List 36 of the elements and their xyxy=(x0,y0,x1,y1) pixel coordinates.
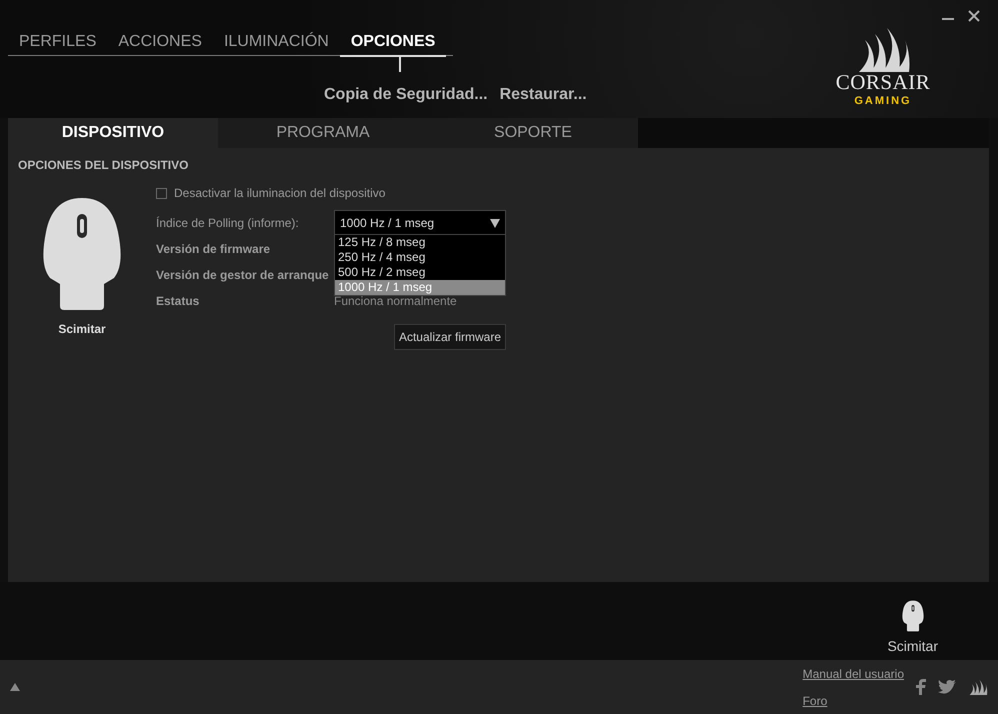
device-name[interactable]: Scimitar xyxy=(887,638,938,654)
checkbox-label: Desactivar la iluminacion del dispositivo xyxy=(174,186,386,200)
info-value: Funciona normalmente xyxy=(334,294,457,308)
field-label: Índice de Polling (informe): xyxy=(156,216,299,230)
nav-tab[interactable]: ACCIONES xyxy=(107,30,213,55)
dropdown-option[interactable]: 250 Hz / 4 mseg xyxy=(335,250,505,265)
logo-tagline: GAMING xyxy=(854,95,912,107)
sub-tab[interactable]: DISPOSITIVO xyxy=(8,118,218,148)
footer-link[interactable]: Manual del usuario xyxy=(802,666,904,680)
action-link[interactable]: Copia de Seguridad... xyxy=(324,86,488,104)
nav-tab[interactable]: ILUMINACIÓN xyxy=(212,30,340,55)
info-label: Versión de firmware xyxy=(156,242,270,256)
sub-tab[interactable]: PROGRAMA xyxy=(218,118,428,148)
device-name: Scimitar xyxy=(58,322,106,336)
nav-tab[interactable]: OPCIONES xyxy=(340,30,446,55)
polling-dropdown[interactable]: 1000 Hz / 1 mseg xyxy=(334,210,506,236)
sub-tab[interactable]: SOPORTE xyxy=(428,118,638,148)
action-link[interactable]: Restaurar... xyxy=(500,86,587,104)
logo-wordmark: CORSAIR xyxy=(836,72,930,93)
section-title: OPCIONES DEL DISPOSITIVO xyxy=(17,157,190,172)
footer-link[interactable]: Foro xyxy=(802,694,904,708)
caret-icon xyxy=(490,218,500,228)
dropdown-option[interactable]: 500 Hz / 2 mseg xyxy=(335,265,505,280)
update-firmware-button[interactable]: Actualizar firmware xyxy=(394,324,506,350)
mouse-icon xyxy=(42,198,122,310)
sails-icon[interactable] xyxy=(968,679,988,695)
checkbox[interactable] xyxy=(156,188,167,198)
info-label: Versión de gestor de arranque xyxy=(156,268,329,282)
close-icon[interactable] xyxy=(968,10,980,22)
dropdown-option[interactable]: 125 Hz / 8 mseg xyxy=(335,235,505,250)
nav-tab[interactable]: PERFILES xyxy=(8,30,108,55)
facebook-icon[interactable] xyxy=(916,679,926,695)
bird-icon[interactable] xyxy=(938,680,956,694)
collapse-arrow-icon[interactable] xyxy=(10,683,20,691)
mouse-icon xyxy=(902,600,924,632)
info-label: Estatus xyxy=(156,294,200,308)
